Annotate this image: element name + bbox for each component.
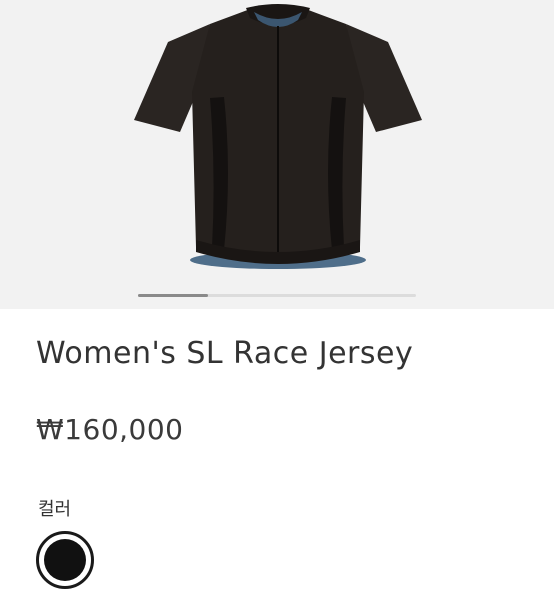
product-title: Women's SL Race Jersey — [36, 336, 414, 371]
product-price: ₩160,000 — [36, 413, 184, 446]
color-option-label: 컬러 — [38, 499, 72, 520]
product-image-gallery[interactable] — [0, 0, 554, 309]
carousel-progress-track[interactable] — [138, 294, 416, 297]
carousel-progress-thumb[interactable] — [138, 294, 208, 297]
color-swatch-black[interactable] — [36, 531, 94, 589]
jersey-image — [134, 4, 422, 269]
color-swatch-fill — [44, 539, 86, 581]
